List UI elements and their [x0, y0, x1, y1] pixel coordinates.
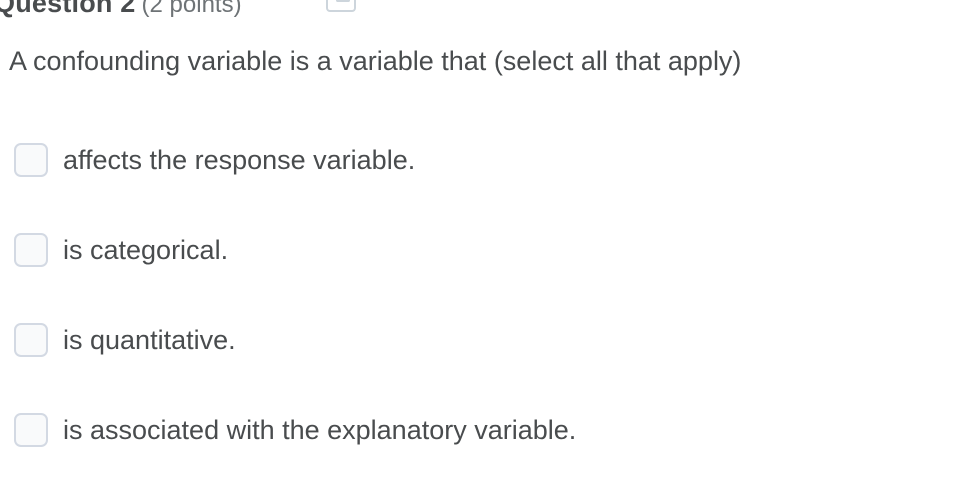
option-row[interactable]: is quantitative.	[14, 321, 576, 359]
question-prompt: A confounding variable is a variable tha…	[9, 46, 742, 76]
answer-options: affects the response variable. is catego…	[14, 141, 576, 501]
question-points: (2 points)	[141, 0, 242, 18]
option-checkbox[interactable]	[14, 323, 48, 357]
option-label[interactable]: is quantitative.	[63, 325, 236, 356]
flag-icon[interactable]	[326, 0, 356, 12]
option-label[interactable]: is associated with the explanatory varia…	[63, 415, 576, 446]
option-row[interactable]: is categorical.	[14, 231, 576, 269]
question-header: Question 2 (2 points)	[0, 0, 242, 19]
option-checkbox[interactable]	[14, 233, 48, 267]
option-row[interactable]: affects the response variable.	[14, 141, 576, 179]
flag-icon-inner	[336, 0, 350, 2]
question-title: Question 2	[0, 0, 136, 18]
option-label[interactable]: is categorical.	[63, 235, 228, 266]
option-checkbox[interactable]	[14, 143, 48, 177]
option-row[interactable]: is associated with the explanatory varia…	[14, 411, 576, 449]
option-checkbox[interactable]	[14, 413, 48, 447]
option-label[interactable]: affects the response variable.	[63, 145, 415, 176]
